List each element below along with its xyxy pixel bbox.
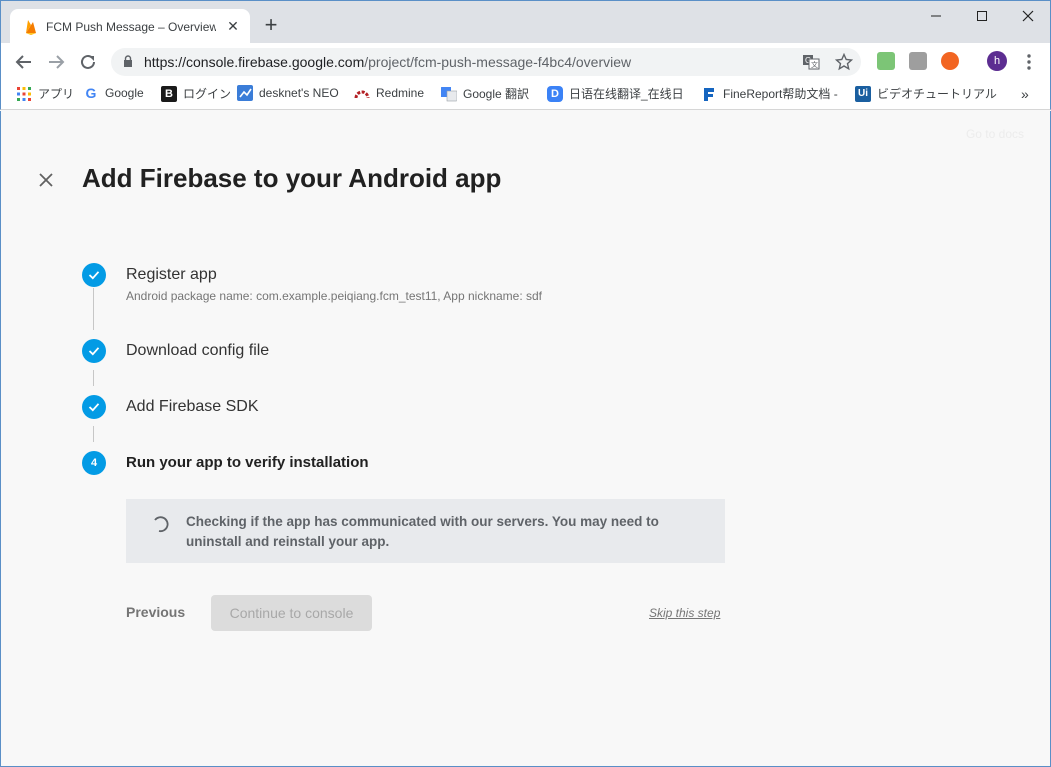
translate-page-icon[interactable]: G 文: [802, 53, 820, 71]
svg-text:文: 文: [811, 60, 818, 69]
finereport-icon: [704, 87, 714, 101]
redmine-icon: [354, 90, 370, 99]
skip-step-link[interactable]: Skip this step: [649, 606, 720, 620]
minimize-button[interactable]: [913, 5, 959, 29]
apps-grid-icon: [17, 86, 31, 101]
forward-arrow-icon[interactable]: [45, 51, 67, 73]
bookmark-japanese-translate[interactable]: D 日语在线翻译_在线日: [547, 85, 684, 105]
tab-strip: FCM Push Message – Overview – ✕ +: [0, 0, 1051, 44]
bookmark-google-translate[interactable]: Google 翻訳: [441, 85, 529, 105]
reload-icon[interactable]: [77, 51, 99, 73]
bookmark-video-tutorial[interactable]: Ui ビデオチュートリアル: [855, 85, 997, 105]
lock-icon: [124, 55, 132, 67]
firebase-setup-page: Go to docs Add Firebase to your Android …: [0, 111, 1051, 767]
verification-message: Checking if the app has communicated wit…: [186, 514, 659, 549]
step-1-title: Register app: [126, 266, 217, 283]
step-1-subtitle: Android package name: com.example.peiqia…: [126, 289, 543, 303]
bookmark-finereport[interactable]: FineReport帮助文档 -: [701, 85, 838, 105]
go-to-docs-link[interactable]: Go to docs: [966, 127, 1024, 141]
step-connector: [93, 426, 94, 442]
profile-avatar[interactable]: h: [987, 51, 1007, 71]
google-icon: G: [85, 85, 97, 101]
firebase-icon: [26, 20, 36, 35]
tab-close-icon[interactable]: ✕: [226, 19, 240, 33]
step-2-check-icon: [82, 339, 106, 363]
url-text: https://console.firebase.google.com/proj…: [144, 54, 632, 70]
menu-dots-icon[interactable]: [1021, 52, 1037, 72]
previous-button[interactable]: Previous: [126, 604, 185, 620]
bookmark-desknets[interactable]: desknet's NEO: [237, 85, 339, 105]
new-tab-button[interactable]: +: [259, 14, 283, 39]
maximize-icon: [977, 11, 987, 21]
verification-status-box: Checking if the app has communicated wit…: [126, 499, 725, 563]
step-3-title: Add Firebase SDK: [126, 398, 259, 415]
bookmark-star-icon[interactable]: [835, 53, 853, 71]
step-3-check-icon: [82, 395, 106, 419]
step-4-number: 4: [82, 451, 106, 475]
browser-toolbar: https://console.firebase.google.com/proj…: [0, 43, 1051, 80]
close-window-button[interactable]: [1005, 5, 1051, 29]
b-icon: B: [161, 85, 177, 102]
step-4-title: Run your app to verify installation: [126, 454, 369, 471]
orange-extension-icon[interactable]: [941, 52, 959, 70]
d-icon: D: [547, 85, 563, 102]
bookmark-google[interactable]: G Google: [83, 85, 144, 105]
back-arrow-icon[interactable]: [13, 51, 35, 73]
close-window-icon: [1022, 10, 1034, 22]
bookmarks-overflow-icon[interactable]: »: [1021, 86, 1029, 102]
step-1-check-icon: [82, 263, 106, 287]
translate-icon: [441, 86, 457, 101]
tab-title: FCM Push Message – Overview –: [46, 20, 216, 34]
ui-icon: Ui: [855, 85, 871, 102]
search-extension-icon[interactable]: [909, 52, 927, 70]
bookmark-redmine[interactable]: Redmine: [354, 85, 424, 105]
bookmark-apps[interactable]: アプリ: [16, 85, 74, 105]
close-icon[interactable]: [35, 169, 57, 191]
step-connector: [93, 370, 94, 386]
address-bar[interactable]: https://console.firebase.google.com/proj…: [111, 48, 861, 76]
bookmarks-bar: アプリ G Google B ログイン desknet's NEO Redmine …: [0, 80, 1051, 110]
continue-to-console-button[interactable]: Continue to console: [211, 595, 372, 631]
maximize-button[interactable]: [959, 5, 1005, 29]
minimize-icon: [931, 15, 941, 17]
browser-tab[interactable]: FCM Push Message – Overview – ✕: [10, 9, 250, 44]
step-connector: [93, 288, 94, 330]
clip-extension-icon[interactable]: [877, 52, 895, 70]
page-title: Add Firebase to your Android app: [82, 163, 502, 193]
loading-spinner-icon: [154, 516, 169, 533]
bookmark-login[interactable]: B ログイン: [161, 85, 231, 105]
step-2-title: Download config file: [126, 342, 270, 359]
desknets-icon: [237, 85, 253, 101]
